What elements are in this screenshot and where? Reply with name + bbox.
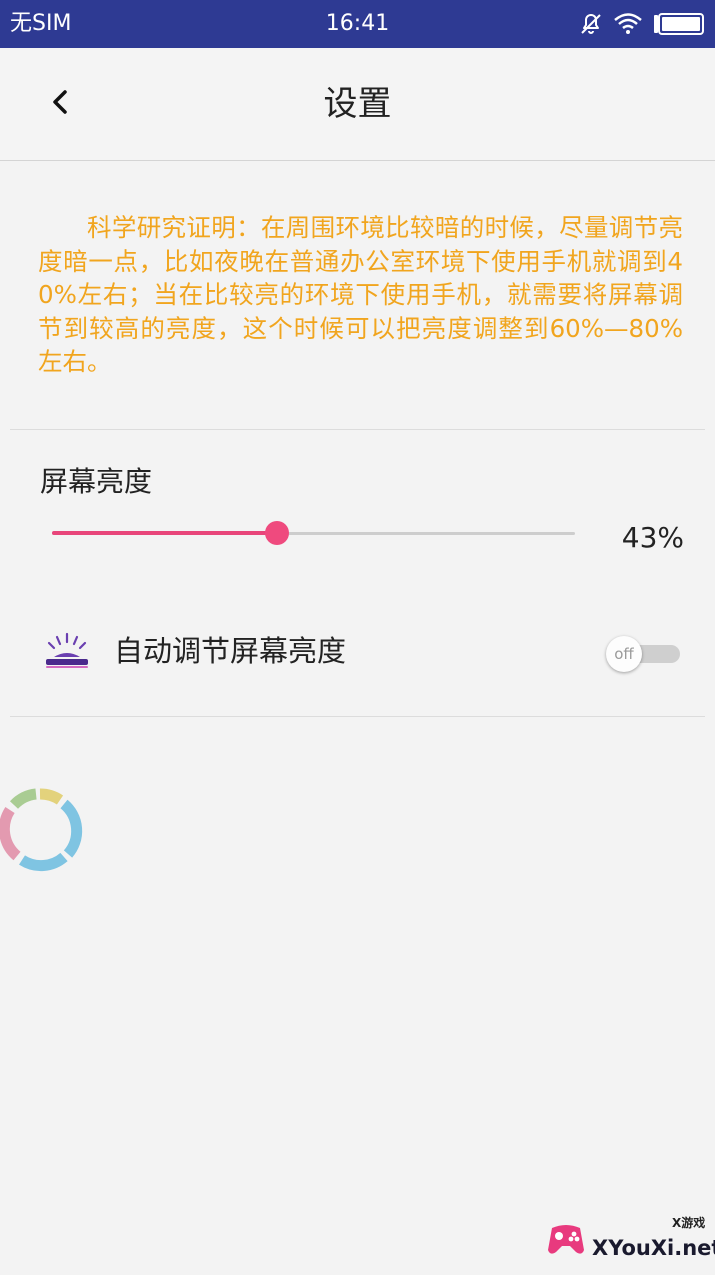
battery-icon [653, 12, 705, 36]
brightness-slider[interactable] [52, 518, 575, 548]
brightness-label: 屏幕亮度 [40, 465, 153, 498]
brightness-value: 43% [621, 521, 684, 554]
brightness-lamp-icon [44, 632, 90, 672]
gamepad-logo-icon [546, 1220, 586, 1260]
page-title: 设置 [323, 84, 392, 124]
chevron-left-icon [50, 88, 70, 120]
watermark: X游戏 XYouXi.net [542, 1212, 715, 1270]
bell-off-icon [579, 12, 603, 36]
back-button[interactable] [36, 80, 84, 128]
slider-thumb[interactable] [265, 521, 289, 545]
brightness-tip-text: 科学研究证明：在周围环境比较暗的时候，尽量调节亮度暗一点，比如夜晚在普通办公室环… [38, 213, 683, 376]
auto-brightness-toggle[interactable]: off [606, 636, 682, 672]
status-bar: 无SIM 16:41 [0, 0, 715, 48]
toggle-knob: off [606, 636, 642, 672]
toggle-state-label: off [614, 645, 634, 663]
loading-spinner-icon [0, 783, 86, 875]
status-icons [579, 10, 705, 38]
watermark-site: XYouXi.net [592, 1236, 715, 1260]
wifi-icon [613, 12, 643, 36]
divider [10, 429, 705, 430]
watermark-small-text: X游戏 [672, 1216, 706, 1230]
slider-fill [52, 531, 277, 535]
header: 设置 [0, 48, 715, 161]
auto-brightness-label: 自动调节屏幕亮度 [114, 634, 347, 668]
divider [10, 716, 705, 717]
